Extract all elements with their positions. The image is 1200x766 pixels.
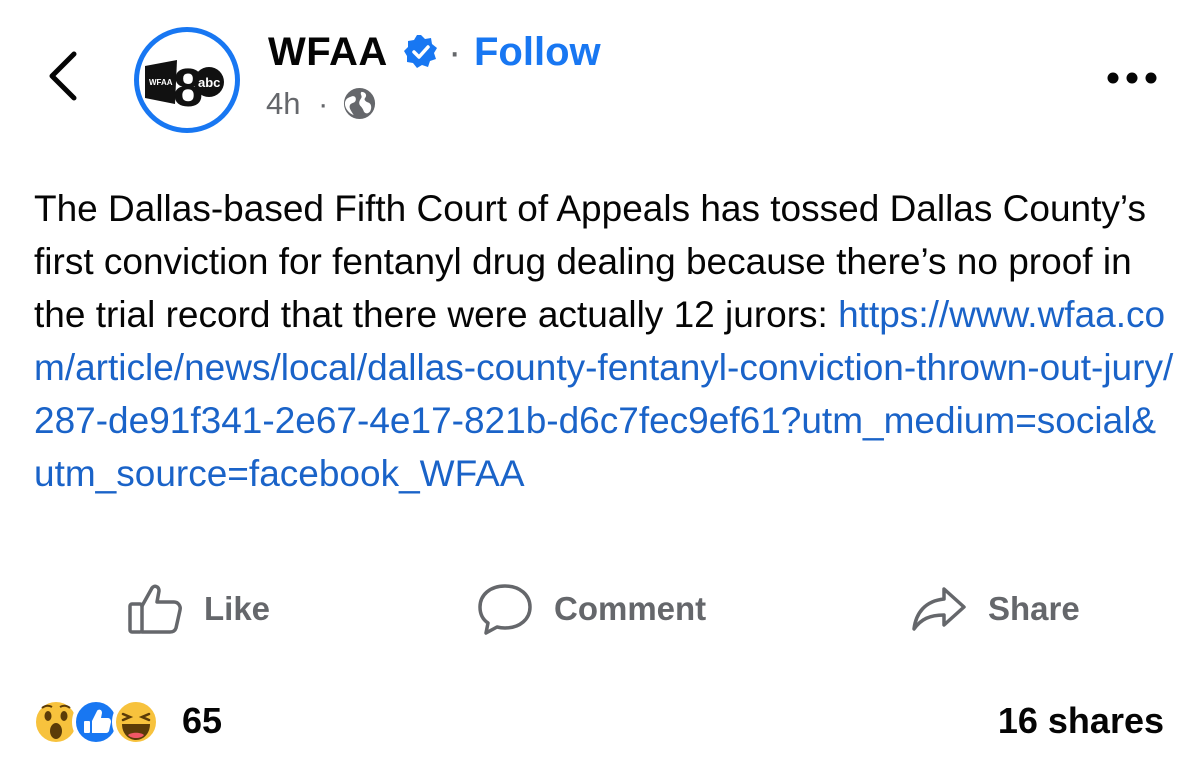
page-avatar[interactable]: WFAA 8 abc [134,27,240,133]
svg-text:WFAA: WFAA [149,78,173,87]
share-count[interactable]: 16 shares [998,698,1164,744]
comment-icon [478,584,532,635]
verified-badge-icon [404,35,437,68]
comment-button[interactable]: Comment [476,578,706,640]
follow-button[interactable]: Follow [474,28,601,76]
like-button[interactable]: Like [126,578,270,640]
back-button[interactable] [44,48,84,104]
haha-reaction-icon [112,698,160,746]
share-icon [912,587,966,631]
share-button[interactable]: Share [910,578,1080,640]
wow-reaction-icon [32,698,80,746]
comment-label: Comment [554,590,707,627]
header-separator: · [448,30,462,74]
post-timestamp[interactable]: 4h [266,84,300,124]
like-reaction-icon [72,698,120,746]
share-label: Share [988,590,1080,627]
more-options-icon [1107,72,1157,84]
like-icon [128,584,182,634]
timestamp-separator: · [318,86,329,121]
back-arrow-icon [49,51,77,101]
globe-icon[interactable] [342,86,377,121]
post-body: The Dallas-based Fifth Court of Appeals … [34,182,1174,500]
more-options-button[interactable] [1104,68,1160,88]
reaction-count[interactable]: 65 [182,698,222,744]
page-name[interactable]: WFAA [268,28,388,76]
wfaa-logo: WFAA 8 abc [143,36,231,124]
like-label: Like [204,590,271,627]
reaction-summary[interactable] [30,696,180,748]
svg-text:abc: abc [198,75,220,90]
